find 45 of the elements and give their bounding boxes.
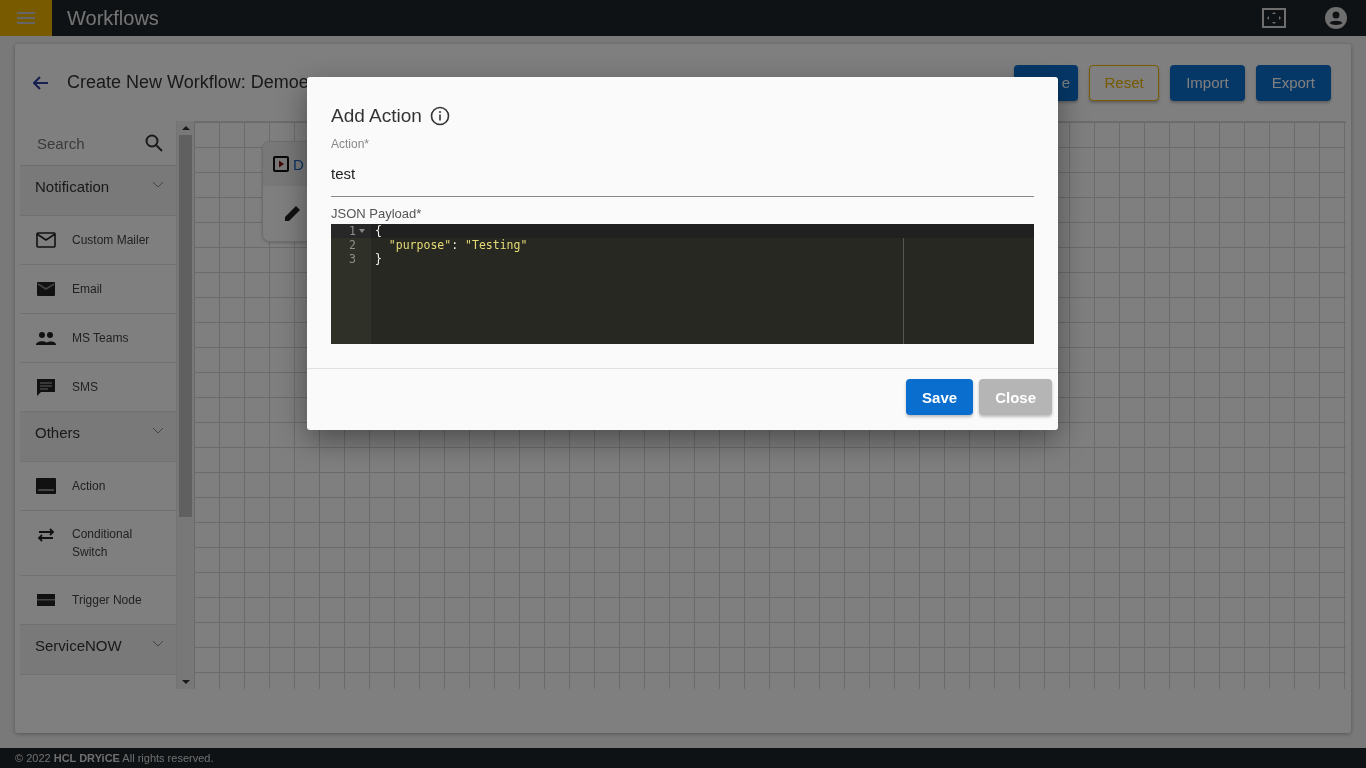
fold-caret-icon[interactable]: [359, 229, 365, 233]
copyright-text: © 2022 HCL DRYiCE All rights reserved.: [15, 752, 214, 764]
code-line: {: [375, 224, 382, 238]
people-icon: [36, 329, 56, 347]
close-button[interactable]: Close: [979, 379, 1052, 415]
toolbar-button[interactable]: Export: [1255, 64, 1331, 101]
back-arrow-icon[interactable]: [33, 75, 49, 90]
chevron-down-icon: [152, 426, 165, 435]
code-line: "purpose": "Testing": [387, 238, 528, 252]
panel-icon: [36, 477, 56, 495]
line-number: 1: [349, 224, 356, 238]
info-icon[interactable]: [429, 106, 450, 126]
account-icon[interactable]: [1325, 7, 1347, 29]
pencil-icon[interactable]: [284, 204, 302, 222]
action-field[interactable]: test: [331, 151, 1034, 197]
search-field[interactable]: Search: [35, 133, 146, 153]
toolbar-button[interactable]: Import: [1170, 64, 1245, 101]
group-header[interactable]: ServiceNOW: [20, 625, 177, 675]
scroll-up-icon[interactable]: [181, 125, 190, 130]
code-editor[interactable]: 1 2 3 { "purpose": "Testing" }: [331, 224, 1034, 344]
page-title: Create New Workflow: Demoe: [67, 72, 309, 93]
line-number: 3: [349, 252, 356, 266]
line-number: 2: [349, 238, 356, 252]
bar-icon: [36, 591, 56, 609]
node-title: D: [293, 155, 304, 173]
save-button[interactable]: Save: [906, 379, 974, 415]
field-label: JSON Payload*: [331, 206, 423, 221]
mail-icon: [36, 280, 56, 298]
group-header[interactable]: Notification: [20, 166, 177, 216]
chevron-down-icon: [152, 180, 165, 189]
chevron-down-icon: [152, 639, 165, 648]
scroll-down-icon[interactable]: [181, 680, 190, 685]
scrollbar[interactable]: [177, 121, 194, 689]
dialog-title: Add Action: [331, 105, 422, 127]
swap-icon: [36, 526, 56, 544]
play-icon: [273, 156, 289, 172]
fullscreen-icon[interactable]: [1262, 8, 1286, 28]
code-line: }: [375, 252, 382, 266]
message-icon: [36, 378, 56, 396]
search-icon[interactable]: [145, 134, 164, 152]
group-header[interactable]: Others: [20, 412, 177, 462]
app-title: Workflows: [67, 6, 159, 30]
field-label: Action*: [331, 137, 371, 151]
envelope-icon: [36, 231, 56, 249]
menu-icon: [17, 11, 35, 25]
